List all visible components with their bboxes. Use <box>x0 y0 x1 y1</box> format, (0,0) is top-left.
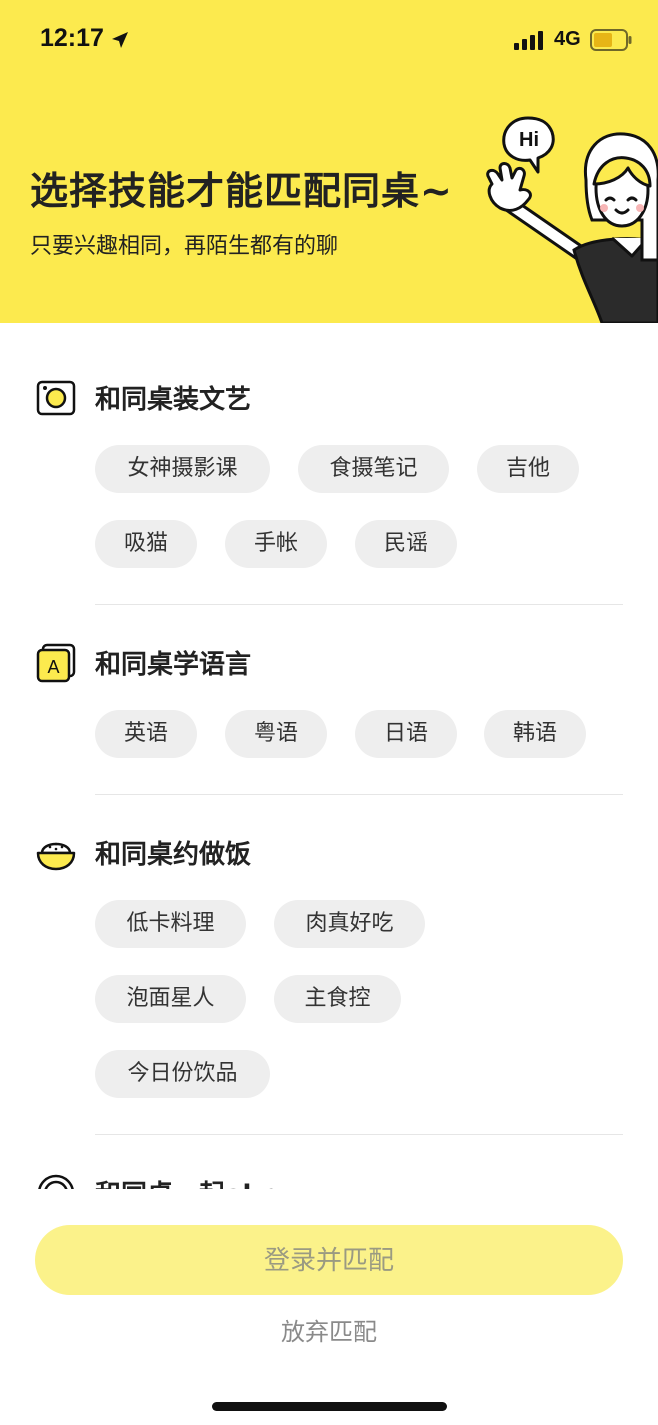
skill-tag[interactable]: 粤语 <box>225 710 327 758</box>
cellular-signal-icon <box>514 31 543 50</box>
header-banner: 12:17 4G 选择技能才能匹配同桌~ 只要兴趣相同，再陌生都有的聊 Hi <box>0 0 658 323</box>
skill-tag[interactable]: 今日份饮品 <box>95 1050 270 1098</box>
skill-tag[interactable]: 日语 <box>355 710 457 758</box>
status-bar: 12:17 4G <box>0 0 658 80</box>
svg-text:A: A <box>47 657 59 677</box>
skill-tag[interactable]: 肉真好吃 <box>274 900 425 948</box>
skill-tag[interactable]: 女神摄影课 <box>95 445 270 493</box>
skill-tag[interactable]: 主食控 <box>274 975 401 1023</box>
rice-bowl-icon <box>36 842 76 871</box>
section-divider <box>95 794 623 795</box>
section-title: 和同桌学语言 <box>95 650 252 680</box>
page-title: 选择技能才能匹配同桌~ <box>30 169 453 213</box>
skill-tag[interactable]: 低卡料理 <box>95 900 246 948</box>
section-title: 和同桌约做饭 <box>95 840 252 870</box>
page-subtitle: 只要兴趣相同，再陌生都有的聊 <box>30 234 339 259</box>
ring-icon <box>38 1174 74 1189</box>
camera-icon <box>36 380 76 416</box>
status-time: 12:17 <box>40 24 104 52</box>
skill-tag[interactable]: 英语 <box>95 710 197 758</box>
battery-icon <box>590 29 632 51</box>
letter-a-icon: A <box>36 643 76 683</box>
mascot-bubble-text: Hi <box>519 129 539 151</box>
section-title: 和同桌装文艺 <box>95 385 252 415</box>
skills-list[interactable]: 和同桌装文艺 女神摄影课 食摄笔记 吉他 吸猫 手帐 民谣 A 和同桌学语言 英… <box>0 323 658 1189</box>
skill-tag[interactable]: 吉他 <box>477 445 579 493</box>
skill-tag[interactable]: 食摄笔记 <box>298 445 449 493</box>
skill-tag[interactable]: 韩语 <box>484 710 586 758</box>
home-indicator[interactable] <box>212 1402 447 1411</box>
network-type: 4G <box>554 28 581 50</box>
section-divider <box>95 1134 623 1135</box>
skill-tag[interactable]: 泡面星人 <box>95 975 246 1023</box>
skill-tag[interactable]: 民谣 <box>355 520 457 568</box>
section-title: 和同桌一起akr <box>95 1174 273 1189</box>
location-arrow-icon <box>112 32 128 48</box>
mascot-illustration: Hi <box>486 116 658 323</box>
skill-tag[interactable]: 吸猫 <box>95 520 197 568</box>
login-and-match-button[interactable]: 登录并匹配 <box>35 1225 623 1295</box>
abandon-match-link[interactable]: 放弃匹配 <box>0 1312 658 1347</box>
skill-tag[interactable]: 手帐 <box>225 520 327 568</box>
section-divider <box>95 604 623 605</box>
